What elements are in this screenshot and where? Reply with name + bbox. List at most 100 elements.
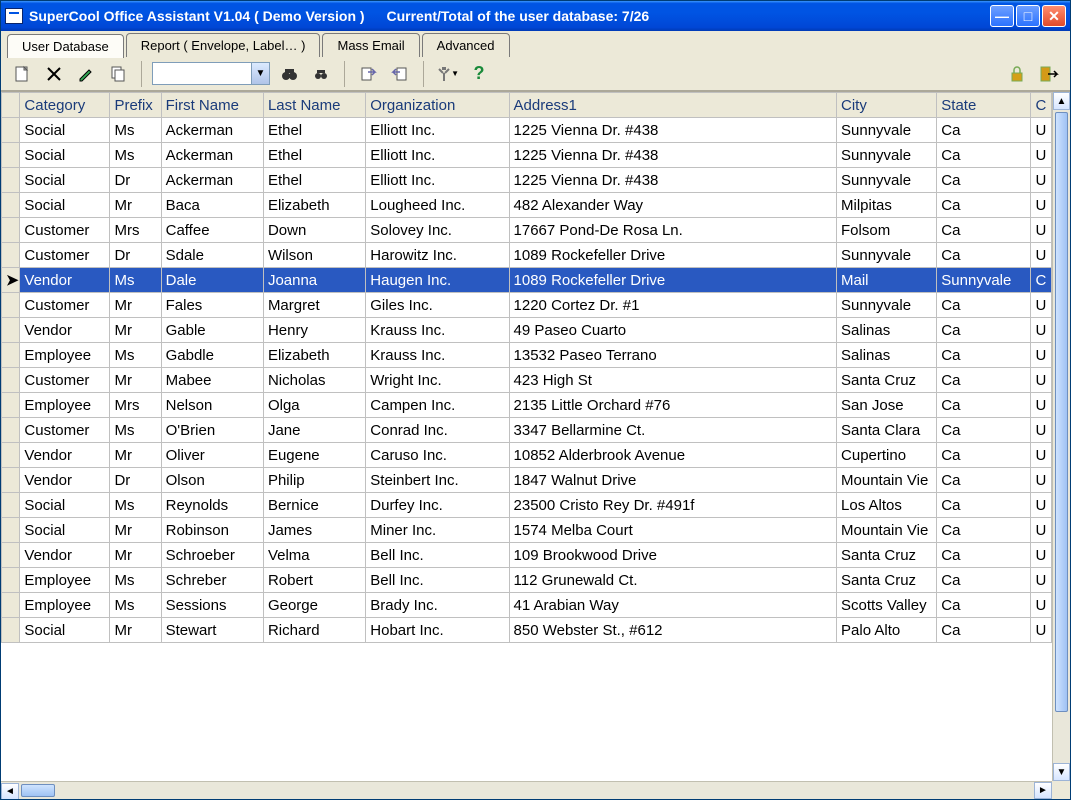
edit-button[interactable] <box>73 61 99 87</box>
cell-category[interactable]: Vendor <box>20 443 110 468</box>
column-header-c[interactable]: C <box>1031 93 1052 118</box>
table-row[interactable]: VendorMrSchroeberVelmaBell Inc.109 Brook… <box>2 543 1052 568</box>
cell-c[interactable]: U <box>1031 418 1052 443</box>
close-button[interactable]: ✕ <box>1042 5 1066 27</box>
cell-prefix[interactable]: Ms <box>110 593 161 618</box>
cell-state[interactable]: Ca <box>937 143 1031 168</box>
cell-first-name[interactable]: Dale <box>161 268 263 293</box>
cell-prefix[interactable]: Mr <box>110 443 161 468</box>
cell-c[interactable]: U <box>1031 593 1052 618</box>
cell-last-name[interactable]: Nicholas <box>263 368 365 393</box>
cell-address1[interactable]: 482 Alexander Way <box>509 193 836 218</box>
cell-address1[interactable]: 109 Brookwood Drive <box>509 543 836 568</box>
cell-first-name[interactable]: Gable <box>161 318 263 343</box>
cell-category[interactable]: Employee <box>20 568 110 593</box>
cell-organization[interactable]: Hobart Inc. <box>366 618 509 643</box>
cell-address1[interactable]: 2135 Little Orchard #76 <box>509 393 836 418</box>
cell-city[interactable]: Mountain Vie <box>837 468 937 493</box>
cell-address1[interactable]: 1220 Cortez Dr. #1 <box>509 293 836 318</box>
cell-category[interactable]: Vendor <box>20 543 110 568</box>
cell-c[interactable]: U <box>1031 318 1052 343</box>
cell-state[interactable]: Ca <box>937 243 1031 268</box>
cell-category[interactable]: Vendor <box>20 318 110 343</box>
cell-prefix[interactable]: Ms <box>110 418 161 443</box>
cell-city[interactable]: Sunnyvale <box>837 243 937 268</box>
cell-address1[interactable]: 1847 Walnut Drive <box>509 468 836 493</box>
cell-address1[interactable]: 1574 Melba Court <box>509 518 836 543</box>
cell-prefix[interactable]: Dr <box>110 168 161 193</box>
cell-organization[interactable]: Solovey Inc. <box>366 218 509 243</box>
cell-prefix[interactable]: Ms <box>110 268 161 293</box>
cell-first-name[interactable]: Oliver <box>161 443 263 468</box>
cell-last-name[interactable]: Joanna <box>263 268 365 293</box>
cell-prefix[interactable]: Ms <box>110 118 161 143</box>
cell-c[interactable]: U <box>1031 343 1052 368</box>
cell-city[interactable]: Sunnyvale <box>837 118 937 143</box>
cell-first-name[interactable]: Reynolds <box>161 493 263 518</box>
tab-mass-email[interactable]: Mass Email <box>322 33 419 57</box>
cell-category[interactable]: Social <box>20 618 110 643</box>
cell-category[interactable]: Vendor <box>20 268 110 293</box>
lock-button[interactable] <box>1004 61 1030 87</box>
cell-city[interactable]: Santa Cruz <box>837 568 937 593</box>
table-row[interactable]: SocialDrAckermanEthelElliott Inc.1225 Vi… <box>2 168 1052 193</box>
cell-organization[interactable]: Lougheed Inc. <box>366 193 509 218</box>
cell-c[interactable]: U <box>1031 118 1052 143</box>
scroll-thumb[interactable] <box>21 784 55 797</box>
cell-c[interactable]: U <box>1031 443 1052 468</box>
data-grid[interactable]: CategoryPrefixFirst NameLast NameOrganiz… <box>1 92 1052 643</box>
cell-state[interactable]: Ca <box>937 318 1031 343</box>
cell-state[interactable]: Ca <box>937 568 1031 593</box>
cell-address1[interactable]: 10852 Alderbrook Avenue <box>509 443 836 468</box>
cell-state[interactable]: Ca <box>937 218 1031 243</box>
cell-last-name[interactable]: Margret <box>263 293 365 318</box>
copy-button[interactable] <box>105 61 131 87</box>
cell-organization[interactable]: Wright Inc. <box>366 368 509 393</box>
cell-last-name[interactable]: Elizabeth <box>263 193 365 218</box>
tab-advanced[interactable]: Advanced <box>422 33 510 57</box>
cell-c[interactable]: U <box>1031 293 1052 318</box>
table-row[interactable]: SocialMrStewartRichardHobart Inc.850 Web… <box>2 618 1052 643</box>
cell-address1[interactable]: 1089 Rockefeller Drive <box>509 268 836 293</box>
vertical-scrollbar[interactable]: ▲ ▼ <box>1052 92 1070 781</box>
cell-category[interactable]: Employee <box>20 393 110 418</box>
cell-city[interactable]: San Jose <box>837 393 937 418</box>
cell-first-name[interactable]: Ackerman <box>161 143 263 168</box>
cell-category[interactable]: Social <box>20 143 110 168</box>
cell-first-name[interactable]: Gabdle <box>161 343 263 368</box>
cell-first-name[interactable]: Fales <box>161 293 263 318</box>
cell-organization[interactable]: Elliott Inc. <box>366 118 509 143</box>
import-button[interactable] <box>355 61 381 87</box>
cell-city[interactable]: Milpitas <box>837 193 937 218</box>
tab-report-envelope-label[interactable]: Report ( Envelope, Label… ) <box>126 33 321 57</box>
cell-first-name[interactable]: Ackerman <box>161 168 263 193</box>
cell-c[interactable]: U <box>1031 243 1052 268</box>
cell-state[interactable]: Ca <box>937 168 1031 193</box>
find-button[interactable] <box>276 61 302 87</box>
table-row[interactable]: EmployeeMrsNelsonOlgaCampen Inc.2135 Lit… <box>2 393 1052 418</box>
cell-address1[interactable]: 49 Paseo Cuarto <box>509 318 836 343</box>
cell-state[interactable]: Ca <box>937 593 1031 618</box>
table-row[interactable]: VendorMrOliverEugeneCaruso Inc.10852 Ald… <box>2 443 1052 468</box>
cell-category[interactable]: Social <box>20 518 110 543</box>
cell-organization[interactable]: Harowitz Inc. <box>366 243 509 268</box>
cell-first-name[interactable]: Schreber <box>161 568 263 593</box>
cell-first-name[interactable]: Olson <box>161 468 263 493</box>
column-header-state[interactable]: State <box>937 93 1031 118</box>
table-row[interactable]: ➤VendorMsDaleJoannaHaugen Inc.1089 Rocke… <box>2 268 1052 293</box>
cell-city[interactable]: Los Altos <box>837 493 937 518</box>
cell-state[interactable]: Ca <box>937 493 1031 518</box>
cell-last-name[interactable]: James <box>263 518 365 543</box>
cell-last-name[interactable]: George <box>263 593 365 618</box>
tab-user-database[interactable]: User Database <box>7 34 124 58</box>
cell-organization[interactable]: Haugen Inc. <box>366 268 509 293</box>
cell-organization[interactable]: Elliott Inc. <box>366 143 509 168</box>
filter-combo[interactable]: ▼ <box>152 62 270 85</box>
cell-first-name[interactable]: O'Brien <box>161 418 263 443</box>
cell-first-name[interactable]: Ackerman <box>161 118 263 143</box>
cell-c[interactable]: U <box>1031 143 1052 168</box>
cell-prefix[interactable]: Ms <box>110 568 161 593</box>
cell-state[interactable]: Ca <box>937 543 1031 568</box>
cell-state[interactable]: Ca <box>937 618 1031 643</box>
column-header-address1[interactable]: Address1 <box>509 93 836 118</box>
